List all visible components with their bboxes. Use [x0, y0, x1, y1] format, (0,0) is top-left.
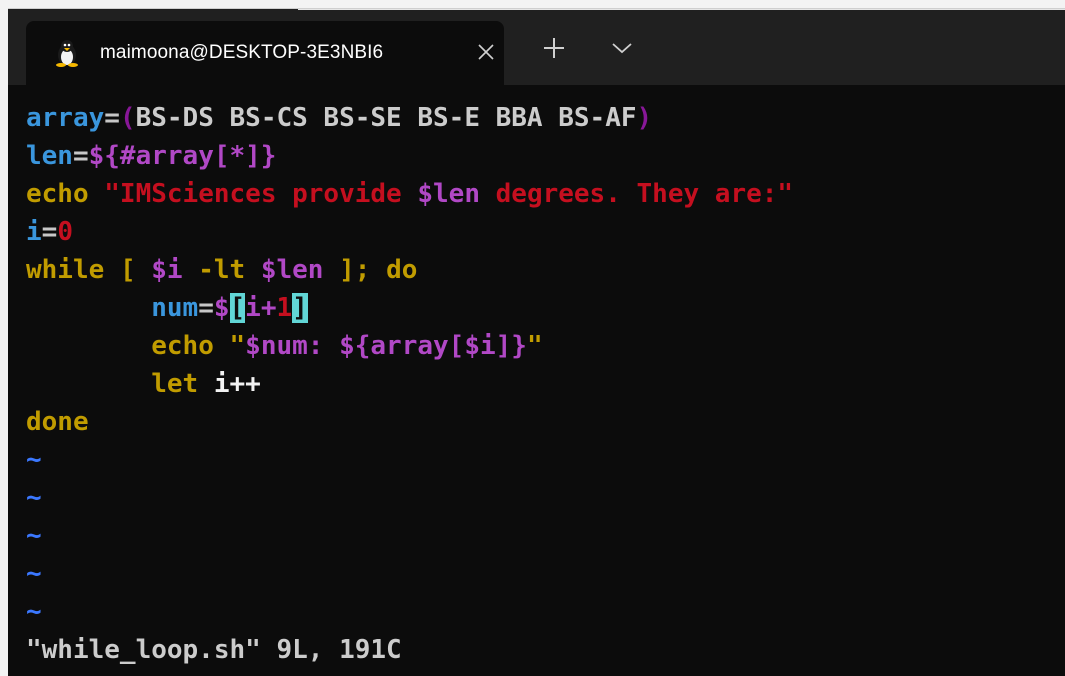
token: -lt: [182, 255, 261, 285]
token: ;: [354, 255, 371, 285]
close-tab-icon[interactable]: [474, 40, 498, 64]
token: echo: [151, 331, 214, 361]
token: =: [72, 141, 89, 171]
token: i: [26, 217, 42, 247]
new-tab-plus-icon[interactable]: [540, 34, 568, 62]
code-line-4: i=0: [26, 215, 73, 249]
empty-line-tilde: ~: [26, 521, 42, 551]
token: 1: [276, 293, 293, 323]
token: $i: [151, 255, 183, 285]
empty-line-tilde: ~: [26, 445, 42, 475]
token: do: [370, 255, 418, 285]
vim-editor[interactable]: array=(BS-DS BS-CS BS-SE BS-E BBA BS-AF)…: [26, 101, 1056, 669]
code-line-2: len=${#array[*]}: [26, 139, 276, 173]
matching-bracket-highlight: [: [229, 293, 246, 323]
token: while: [26, 255, 105, 285]
token: ): [636, 103, 653, 133]
code-line-8: let i++: [26, 367, 261, 401]
token: i: [245, 293, 261, 323]
code-line-9: done: [26, 405, 89, 439]
code-line-1: array=(BS-DS BS-CS BS-SE BS-E BBA BS-AF): [26, 101, 652, 135]
status-line: "while_loop.sh" 9L, 191C: [26, 635, 402, 665]
token: len: [26, 141, 73, 171]
token: =: [41, 217, 58, 247]
linux-penguin-icon: [52, 38, 82, 68]
token: $num: ${array[$i]}: [245, 331, 527, 361]
token: i++: [198, 369, 261, 399]
token: let: [151, 369, 199, 399]
token: degrees. They are:": [479, 179, 794, 209]
tab-title: maimoona@DESKTOP-3E3NBI6: [100, 42, 384, 63]
token: "IMSciences provide: [104, 179, 418, 209]
token: ": [526, 331, 543, 361]
token: (: [119, 103, 136, 133]
token: ": [229, 331, 246, 361]
token: echo: [26, 179, 89, 209]
token: 0: [57, 217, 73, 247]
token: $: [213, 293, 230, 323]
token: $len: [260, 255, 324, 285]
code-line-5: while [ $i -lt $len ]; do: [26, 253, 417, 287]
code-line-7: echo "$num: ${array[$i]}": [26, 329, 543, 363]
code-line-6: num=$[i+1]: [26, 291, 308, 325]
matching-bracket-highlight: ]: [292, 293, 308, 323]
empty-line-tilde: ~: [26, 559, 42, 589]
chevron-down-icon[interactable]: [608, 36, 636, 60]
token: done: [26, 407, 89, 437]
token: BS-DS BS-CS BS-SE BS-E BBA BS-AF: [135, 103, 637, 133]
tab-terminal[interactable]: maimoona@DESKTOP-3E3NBI6: [26, 21, 504, 85]
token: [: [119, 255, 136, 285]
title-bar-edge: [298, 9, 1065, 10]
empty-line-tilde: ~: [26, 483, 42, 513]
token: $len: [417, 179, 480, 209]
empty-line-tilde: ~: [26, 597, 42, 627]
token: array: [26, 103, 105, 133]
token: ]: [339, 255, 355, 285]
code-line-3: echo "IMSciences provide $len degrees. T…: [26, 177, 793, 211]
token: =: [198, 293, 214, 323]
title-bar: maimoona@DESKTOP-3E3NBI6: [8, 9, 1065, 85]
token: =: [104, 103, 120, 133]
terminal-window: maimoona@DESKTOP-3E3NBI6 array=(BS-DS BS…: [8, 8, 1065, 676]
token: ${#array[*]}: [88, 141, 277, 171]
token: num: [151, 293, 199, 323]
token: +: [260, 293, 277, 323]
